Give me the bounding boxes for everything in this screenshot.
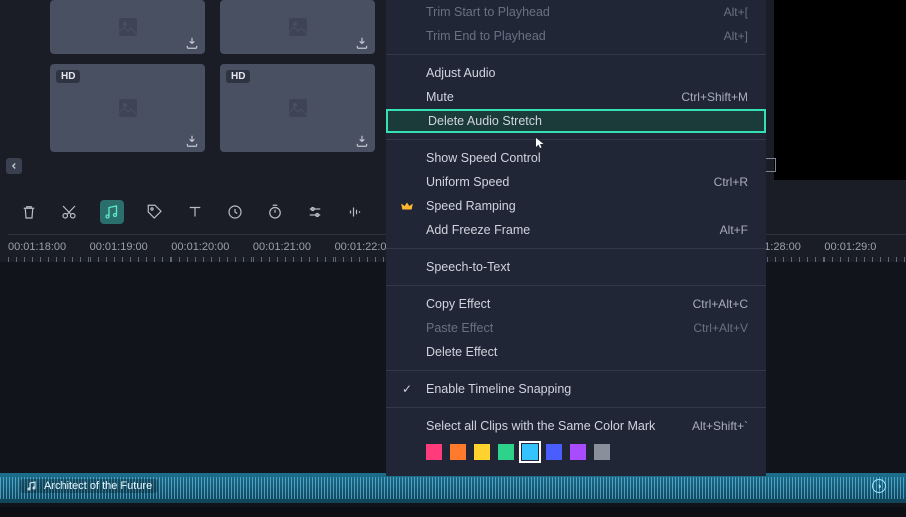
download-icon[interactable] — [355, 36, 369, 50]
image-icon — [286, 96, 310, 120]
download-icon[interactable] — [355, 134, 369, 148]
ruler-tick: 00:01:18:00 — [8, 235, 90, 262]
menu-item-add-freeze-frame[interactable]: Add Freeze Frame Alt+F — [386, 218, 766, 242]
cut-tool-icon[interactable] — [60, 203, 78, 221]
menu-item-label: Uniform Speed — [426, 175, 509, 189]
menu-item-label: Adjust Audio — [426, 66, 496, 80]
color-swatch[interactable] — [594, 444, 610, 460]
music-icon — [26, 480, 38, 492]
image-icon — [286, 15, 310, 39]
ruler-tick: 00:01:20:00 — [171, 235, 253, 262]
eq-tool-icon[interactable] — [346, 203, 364, 221]
menu-item-label: Delete Audio Stretch — [428, 114, 542, 128]
color-swatch[interactable] — [450, 444, 466, 460]
collapse-sidebar-button[interactable] — [6, 158, 22, 174]
download-icon[interactable] — [185, 134, 199, 148]
color-swatch[interactable] — [522, 444, 538, 460]
ruler-tick: 00:01:19:00 — [90, 235, 172, 262]
menu-item-shortcut: Ctrl+Alt+C — [693, 297, 748, 311]
media-thumb[interactable]: HD — [220, 64, 375, 152]
menu-item-mute[interactable]: Mute Ctrl+Shift+M — [386, 85, 766, 109]
menu-item-shortcut: Alt+Shift+` — [692, 419, 748, 433]
sliders-tool-icon[interactable] — [306, 203, 324, 221]
menu-item-copy-effect[interactable]: Copy Effect Ctrl+Alt+C — [386, 292, 766, 316]
audio-clip[interactable]: Architect of the Future ◑ — [0, 473, 906, 503]
menu-item-shortcut: Ctrl+R — [714, 175, 748, 189]
menu-item-label: Add Freeze Frame — [426, 223, 530, 237]
context-menu: Trim Start to Playhead Alt+[ Trim End to P… — [386, 0, 766, 476]
menu-item-shortcut: Alt+[ — [724, 5, 748, 19]
menu-item-delete-effect[interactable]: Delete Effect — [386, 340, 766, 364]
color-swatch-row — [386, 438, 766, 470]
ruler-tick: 00:01:29:0 — [824, 235, 906, 262]
crown-icon — [400, 199, 414, 213]
media-thumb[interactable] — [220, 0, 375, 54]
menu-item-speed-ramping[interactable]: Speed Ramping — [386, 194, 766, 218]
color-swatch[interactable] — [474, 444, 490, 460]
menu-item-trim-end-to-playhead: Trim End to Playhead Alt+] — [386, 24, 766, 48]
download-icon[interactable] — [185, 36, 199, 50]
text-tool-icon[interactable] — [186, 203, 204, 221]
audio-stretch-tool-icon[interactable] — [100, 200, 124, 224]
tag-tool-icon[interactable] — [146, 203, 164, 221]
image-icon — [116, 15, 140, 39]
menu-item-shortcut: Alt+] — [724, 29, 748, 43]
menu-separator — [386, 139, 766, 140]
menu-item-label: Copy Effect — [426, 297, 490, 311]
menu-separator — [386, 370, 766, 371]
color-swatch[interactable] — [498, 444, 514, 460]
menu-separator — [386, 407, 766, 408]
clip-marker-icon[interactable]: ◑ — [872, 479, 886, 493]
menu-item-label: Delete Effect — [426, 345, 497, 359]
menu-item-shortcut: Ctrl+Alt+V — [693, 321, 748, 335]
history-tool-icon[interactable] — [226, 203, 244, 221]
menu-item-select-all-clips-with-the-same-color-mark[interactable]: Select all Clips with the Same Color Mar… — [386, 414, 766, 438]
delete-tool-icon[interactable] — [20, 203, 38, 221]
menu-item-label: Trim Start to Playhead — [426, 5, 550, 19]
menu-item-label: Paste Effect — [426, 321, 493, 335]
menu-item-label: Speed Ramping — [426, 199, 516, 213]
menu-item-uniform-speed[interactable]: Uniform Speed Ctrl+R — [386, 170, 766, 194]
menu-item-adjust-audio[interactable]: Adjust Audio — [386, 61, 766, 85]
color-swatch[interactable] — [546, 444, 562, 460]
menu-separator — [386, 248, 766, 249]
menu-item-label: Show Speed Control — [426, 151, 541, 165]
timeline-toolbar — [20, 200, 364, 224]
timer-tool-icon[interactable] — [266, 203, 284, 221]
menu-item-paste-effect: Paste Effect Ctrl+Alt+V — [386, 316, 766, 340]
color-swatch[interactable] — [570, 444, 586, 460]
video-preview — [774, 0, 906, 180]
audio-clip-label: Architect of the Future — [20, 479, 158, 493]
menu-item-label: Select all Clips with the Same Color Mar… — [426, 419, 655, 433]
menu-item-enable-timeline-snapping[interactable]: Enable Timeline Snapping — [386, 377, 766, 401]
menu-item-shortcut: Alt+F — [720, 223, 748, 237]
image-icon — [116, 96, 140, 120]
menu-separator — [386, 285, 766, 286]
menu-item-shortcut: Ctrl+Shift+M — [681, 90, 748, 104]
ruler-tick: 00:01:21:00 — [253, 235, 335, 262]
menu-separator — [386, 54, 766, 55]
menu-item-label: Mute — [426, 90, 454, 104]
menu-item-label: Enable Timeline Snapping — [426, 382, 571, 396]
hd-badge: HD — [226, 70, 250, 83]
menu-item-label: Speech-to-Text — [426, 260, 510, 274]
color-swatch[interactable] — [426, 444, 442, 460]
menu-item-delete-audio-stretch[interactable]: Delete Audio Stretch — [386, 109, 766, 133]
media-thumb[interactable]: HD — [50, 64, 205, 152]
media-thumb[interactable] — [50, 0, 205, 54]
menu-item-speech-to-text[interactable]: Speech-to-Text — [386, 255, 766, 279]
hd-badge: HD — [56, 70, 80, 83]
menu-item-label: Trim End to Playhead — [426, 29, 546, 43]
menu-item-trim-start-to-playhead: Trim Start to Playhead Alt+[ — [386, 0, 766, 24]
menu-item-show-speed-control[interactable]: Show Speed Control — [386, 146, 766, 170]
media-library: HD HD — [50, 0, 380, 180]
timeline-scrollbar[interactable] — [0, 507, 906, 517]
